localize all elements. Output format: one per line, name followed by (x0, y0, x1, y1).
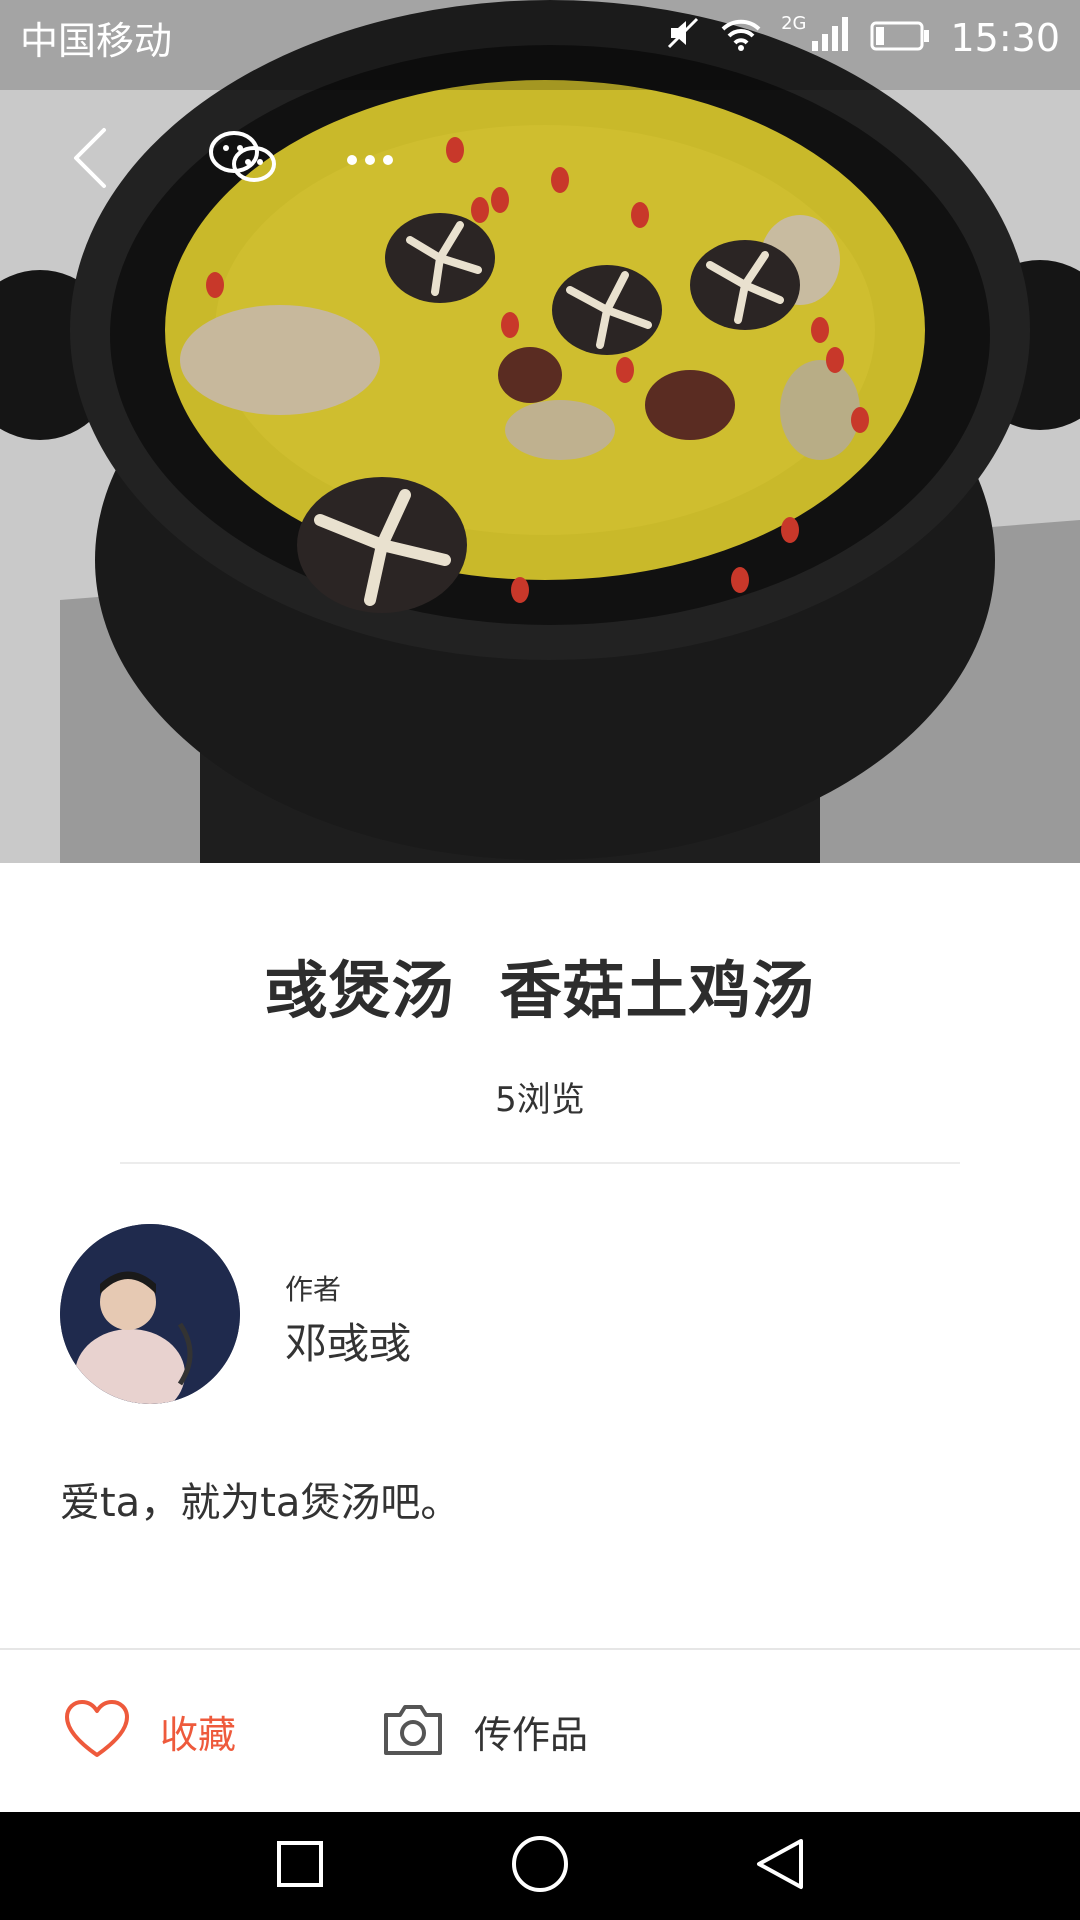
system-nav-bar (0, 1812, 1080, 1920)
status-bar: 中国移动 2G 15:30 (0, 0, 1080, 75)
network-type: 2G (781, 13, 807, 34)
divider (120, 1162, 960, 1164)
back-button[interactable] (45, 115, 135, 205)
favorite-button[interactable]: 收藏 (64, 1650, 236, 1812)
home-icon (511, 1835, 569, 1897)
recipe-title: 彧煲汤 香菇土鸡汤 (265, 954, 815, 1027)
clock: 15:30 (950, 15, 1060, 60)
camera-icon (382, 1701, 444, 1761)
author-name[interactable]: 邓彧彧 (285, 1310, 411, 1371)
back-nav-icon (755, 1837, 805, 1895)
recipe-description: 爱ta，就为ta煲汤吧。 (60, 1480, 461, 1526)
more-icon (346, 151, 394, 170)
back-nav-button[interactable] (726, 1812, 834, 1920)
share-wechat-button[interactable] (198, 115, 288, 205)
upload-work-button[interactable]: 传作品 (382, 1650, 588, 1812)
view-count: 5浏览 (495, 1080, 585, 1120)
signal-icon (812, 16, 850, 60)
mute-icon (665, 15, 701, 60)
favorite-label: 收藏 (160, 1712, 237, 1757)
recent-apps-icon (276, 1840, 324, 1892)
upload-work-label: 传作品 (474, 1712, 589, 1757)
action-bar: 收藏 传作品 (0, 1650, 1080, 1812)
wifi-icon (721, 16, 761, 60)
home-button[interactable] (486, 1812, 594, 1920)
battery-icon (870, 16, 930, 60)
heart-icon (64, 1699, 130, 1763)
wechat-icon (208, 130, 278, 190)
recent-apps-button[interactable] (246, 1812, 354, 1920)
more-button[interactable] (325, 115, 415, 205)
back-icon (70, 126, 110, 194)
author-label: 作者 (285, 1273, 342, 1306)
carrier-name: 中国移动 (20, 19, 173, 63)
top-toolbar (0, 115, 1080, 205)
author-avatar[interactable] (60, 1224, 240, 1404)
